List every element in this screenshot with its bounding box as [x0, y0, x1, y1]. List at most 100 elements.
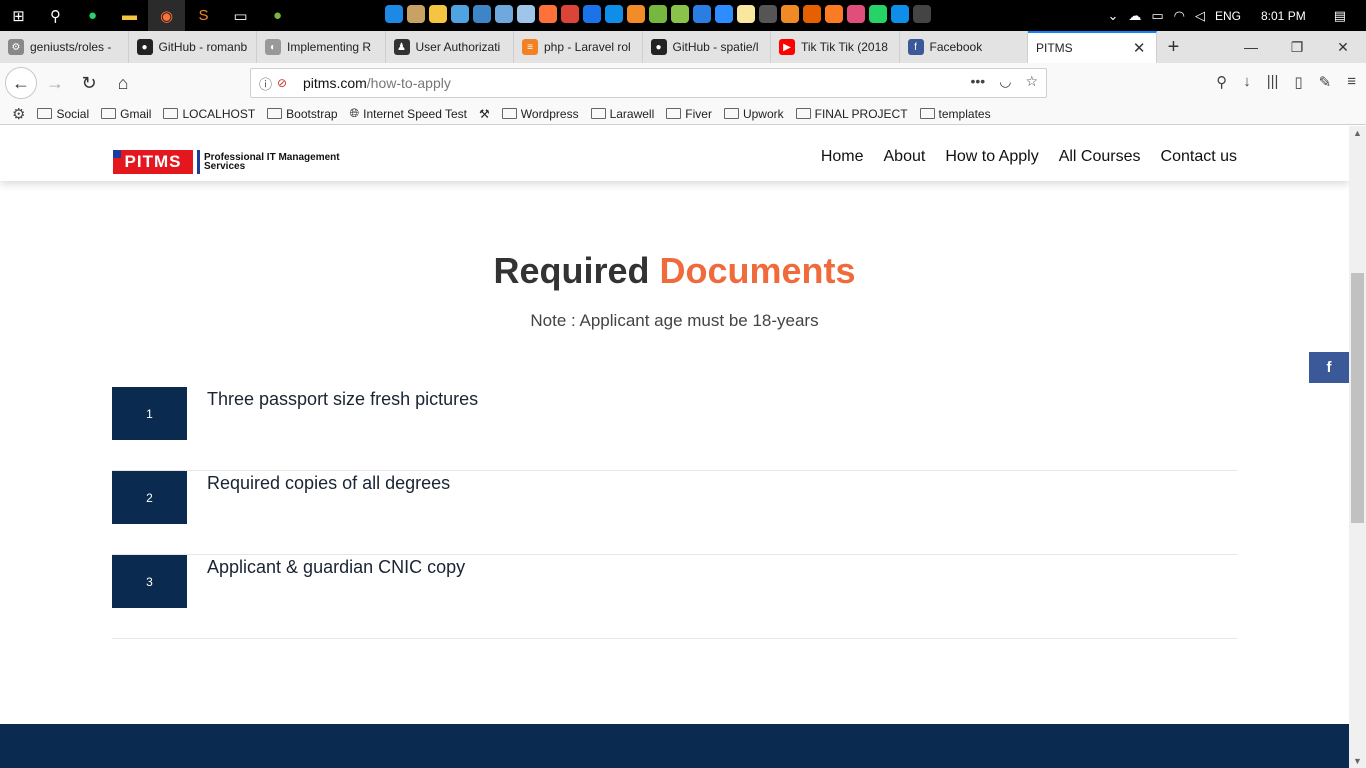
tools-icon[interactable]: ⚒ [479, 107, 490, 121]
browser-tab[interactable]: ♟ User Authorizati [386, 31, 514, 63]
firefox-icon[interactable]: ◉ [148, 0, 185, 31]
android-icon[interactable] [671, 5, 689, 23]
sublime-icon[interactable]: S [185, 0, 222, 31]
notifications-icon[interactable]: ▤ [1334, 8, 1346, 24]
folder-icon [919, 108, 935, 119]
whatsapp-tray-icon[interactable] [869, 5, 887, 23]
page-scrollbar[interactable]: ▲ ▼ [1349, 126, 1366, 768]
bookmark-item[interactable]: 🌐︎ Internet Speed Test [350, 106, 467, 121]
download-manager-icon[interactable] [693, 5, 711, 23]
folder-icon [795, 108, 811, 119]
volume-icon[interactable]: ◁ [1195, 8, 1205, 24]
itunes-icon[interactable] [847, 5, 865, 23]
pocket-icon[interactable]: ◡ [999, 73, 1011, 90]
menu-item-contact-us[interactable]: Contact us [1161, 148, 1237, 166]
url-bar[interactable]: ⓘ ⊘ pitms.com/how-to-apply ••• ◡ ☆ [250, 68, 1047, 98]
teamviewer-icon[interactable] [605, 5, 623, 23]
home-button[interactable]: ⌂ [107, 67, 139, 99]
bookmark-item[interactable]: FINAL PROJECT [795, 107, 908, 121]
onedrive-icon[interactable] [385, 5, 403, 23]
bookmark-item[interactable]: Fiver [666, 107, 712, 121]
browser-tab[interactable]: ● GitHub - spatie/l [643, 31, 771, 63]
zoom-icon[interactable] [715, 5, 733, 23]
page-actions-icon[interactable]: ••• [971, 73, 986, 90]
bookmark-item[interactable]: Larawell [590, 107, 654, 121]
library-icon[interactable]: ||| [1267, 73, 1279, 91]
close-window-icon[interactable]: ✕ [1320, 31, 1366, 63]
user-icon[interactable] [407, 5, 425, 23]
xampp-icon[interactable] [825, 5, 843, 23]
tab-label: php - Laravel rol [544, 40, 631, 54]
firefox-tray-icon[interactable] [539, 5, 557, 23]
firefox-dev-icon[interactable] [803, 5, 821, 23]
teamviewer-tray-icon[interactable] [891, 5, 909, 23]
insecure-lock-icon[interactable]: ⊘ [277, 76, 295, 90]
browser-tab[interactable]: ⚙ geniusts/roles - [0, 31, 129, 63]
scroll-thumb[interactable] [1351, 273, 1364, 523]
browser-tab[interactable]: f Facebook [900, 31, 1028, 63]
vlc-icon[interactable] [627, 5, 645, 23]
menu-item-all-courses[interactable]: All Courses [1059, 148, 1141, 166]
search-icon[interactable]: ⚲ [37, 0, 74, 31]
utorrent-tray-icon[interactable] [649, 5, 667, 23]
new-tab-button[interactable]: + [1157, 31, 1191, 63]
reload-button[interactable]: ↻ [73, 67, 105, 99]
terminal-icon[interactable]: ▭ [222, 0, 259, 31]
menu-icon[interactable]: ≡ [1347, 73, 1356, 91]
bookmark-item[interactable]: Social [37, 107, 89, 121]
site-logo[interactable]: PITMS Professional IT Management Service… [113, 150, 340, 174]
facebook-share-icon[interactable]: f [1309, 352, 1349, 383]
folder-icon[interactable] [429, 5, 447, 23]
bookmark-item[interactable]: Upwork [723, 107, 784, 121]
monitor-icon[interactable] [473, 5, 491, 23]
windows-start-icon[interactable]: ⊞ [0, 0, 37, 31]
whatsapp-icon[interactable]: ● [74, 0, 111, 31]
menu-item-how-to-apply[interactable]: How to Apply [945, 148, 1038, 166]
chrome-icon[interactable] [561, 5, 579, 23]
download-icon[interactable]: ↓ [1243, 73, 1251, 91]
app-icon[interactable] [913, 5, 931, 23]
menu-item-home[interactable]: Home [821, 148, 864, 166]
scroll-up-icon[interactable]: ▲ [1353, 128, 1362, 138]
restore-icon[interactable]: ❐ [1274, 31, 1320, 63]
bookmark-star-icon[interactable]: ☆ [1025, 73, 1038, 90]
forward-button[interactable]: → [39, 67, 71, 99]
bookmark-item[interactable]: Wordpress [501, 107, 579, 121]
gear-icon[interactable]: ⚙ [12, 105, 25, 123]
cloud-icon[interactable]: ☁ [1128, 8, 1141, 24]
folder-icon [501, 108, 517, 119]
language-indicator[interactable]: ENG [1215, 9, 1241, 23]
minimize-icon[interactable]: — [1228, 31, 1274, 63]
bookmark-item[interactable]: Gmail [101, 107, 151, 121]
network-icon[interactable] [451, 5, 469, 23]
display-icon[interactable] [495, 5, 513, 23]
chevron-up-icon[interactable]: ⌄ [1107, 8, 1118, 24]
media-icon[interactable] [759, 5, 777, 23]
bookmark-item[interactable]: Bootstrap [267, 107, 338, 121]
bookmark-item[interactable]: LOCALHOST [163, 107, 255, 121]
menu-item-about[interactable]: About [884, 148, 926, 166]
edge-icon[interactable] [583, 5, 601, 23]
browser-tab[interactable]: ▶ Tik Tik Tik (2018 [771, 31, 900, 63]
clock[interactable]: 8:01 PM [1261, 9, 1306, 23]
utorrent-icon[interactable]: ● [259, 0, 296, 31]
notes-icon[interactable] [737, 5, 755, 23]
sidebar-icon[interactable]: ▯ [1294, 73, 1302, 91]
file-explorer-icon[interactable]: ▬ [111, 0, 148, 31]
eyedropper-icon[interactable]: ✎ [1319, 73, 1332, 91]
browser-tab[interactable]: ≡ php - Laravel rol [514, 31, 643, 63]
wifi-icon[interactable]: ◠ [1174, 8, 1185, 24]
close-tab-icon[interactable]: ✕ [1133, 39, 1146, 57]
sublime-tray-icon[interactable] [781, 5, 799, 23]
globe-icon: 🌐︎ [349, 106, 360, 120]
bookmark-item[interactable]: templates [919, 107, 991, 121]
battery-icon[interactable]: ▭ [1151, 8, 1163, 24]
pin-icon[interactable]: ⚲ [1216, 73, 1227, 91]
browser-tab-active[interactable]: PITMS ✕ [1028, 31, 1157, 63]
info-icon[interactable]: ⓘ [259, 74, 277, 93]
browser-tab[interactable]: ◐ Implementing R [257, 31, 386, 63]
back-button[interactable]: ← [5, 67, 37, 99]
settings-icon[interactable] [517, 5, 535, 23]
scroll-down-icon[interactable]: ▼ [1353, 756, 1362, 766]
browser-tab[interactable]: ● GitHub - romanb [129, 31, 257, 63]
